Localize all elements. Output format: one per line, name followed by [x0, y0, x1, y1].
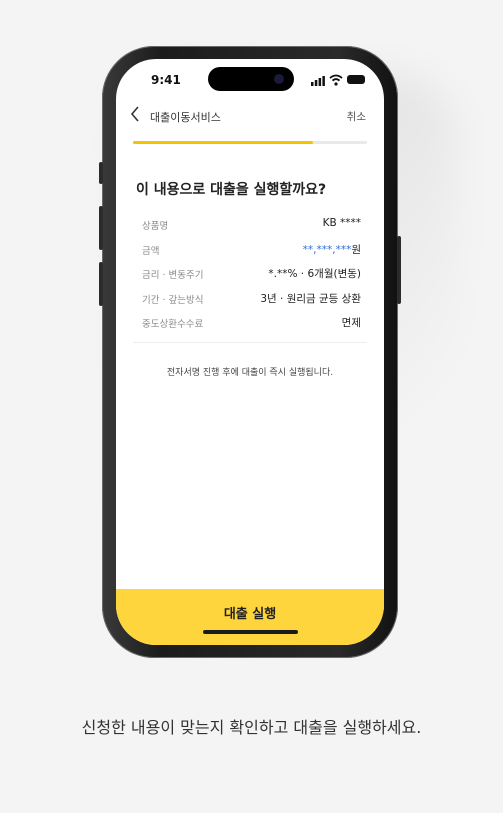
chevron-left-icon[interactable] [130, 106, 140, 126]
battery-icon [347, 75, 365, 84]
phone-screen: 9:41 대출이동서비스 취소 이 내용으로 대출을 실행할까요? 상품명 KB… [116, 59, 384, 645]
loan-details: 상품명 KB **** 금액 **,***,***원 금리 · 변동주기 *.*… [142, 216, 361, 339]
detail-label: 상품명 [142, 221, 169, 232]
wifi-icon [329, 74, 343, 86]
dynamic-island [208, 67, 294, 91]
detail-label: 기간 · 갚는방식 [142, 294, 204, 306]
status-time: 9:41 [151, 73, 181, 87]
detail-value: 면제 [341, 317, 361, 329]
app-header: 대출이동서비스 취소 [116, 101, 384, 131]
detail-row-amount: 금액 **,***,***원 [142, 241, 361, 266]
power-button [397, 236, 401, 304]
camera-icon [274, 74, 284, 84]
marketing-stage: 9:41 대출이동서비스 취소 이 내용으로 대출을 실행할까요? 상품명 KB… [0, 0, 503, 813]
amount-unit: 원 [351, 243, 361, 256]
masked-amount: **,***,*** [302, 243, 352, 256]
progress-fill [133, 141, 314, 144]
confirm-question: 이 내용으로 대출을 실행할까요? [136, 182, 327, 198]
volume-down-button [99, 262, 103, 306]
home-indicator [203, 630, 298, 634]
detail-row-product: 상품명 KB **** [142, 216, 361, 241]
execute-loan-label: 대출 실행 [223, 607, 277, 622]
cancel-button[interactable]: 취소 [347, 109, 366, 124]
detail-value: **,***,***원 [303, 242, 361, 257]
progress-bar [133, 141, 367, 144]
detail-value: KB **** [322, 217, 361, 229]
detail-label: 중도상환수수료 [142, 319, 204, 330]
phone-frame: 9:41 대출이동서비스 취소 이 내용으로 대출을 실행할까요? 상품명 KB… [99, 46, 401, 658]
execute-loan-button[interactable]: 대출 실행 [116, 589, 384, 645]
cellular-signal-icon [311, 76, 325, 86]
detail-row-rate: 금리 · 변동주기 *.**% · 6개월(변동) [142, 265, 361, 290]
marketing-caption: 신청한 내용이 맞는지 확인하고 대출을 실행하세요. [81, 718, 422, 737]
signature-notice: 전자서명 진행 후에 대출이 즉시 실행됩니다. [166, 368, 334, 378]
detail-label: 금리 · 변동주기 [142, 270, 204, 281]
detail-row-term: 기간 · 갚는방식 3년 · 원리금 균등 상환 [142, 290, 361, 315]
status-bar: 9:41 [116, 59, 384, 99]
action-button [99, 162, 103, 184]
divider [133, 342, 367, 343]
detail-row-fee: 중도상환수수료 면제 [142, 314, 361, 339]
detail-label: 금액 [142, 245, 160, 257]
page-title: 대출이동서비스 [150, 111, 221, 124]
detail-value: *.**% · 6개월(변동) [268, 268, 361, 280]
detail-value: 3년 · 원리금 균등 상환 [260, 292, 361, 305]
volume-up-button [99, 206, 103, 250]
